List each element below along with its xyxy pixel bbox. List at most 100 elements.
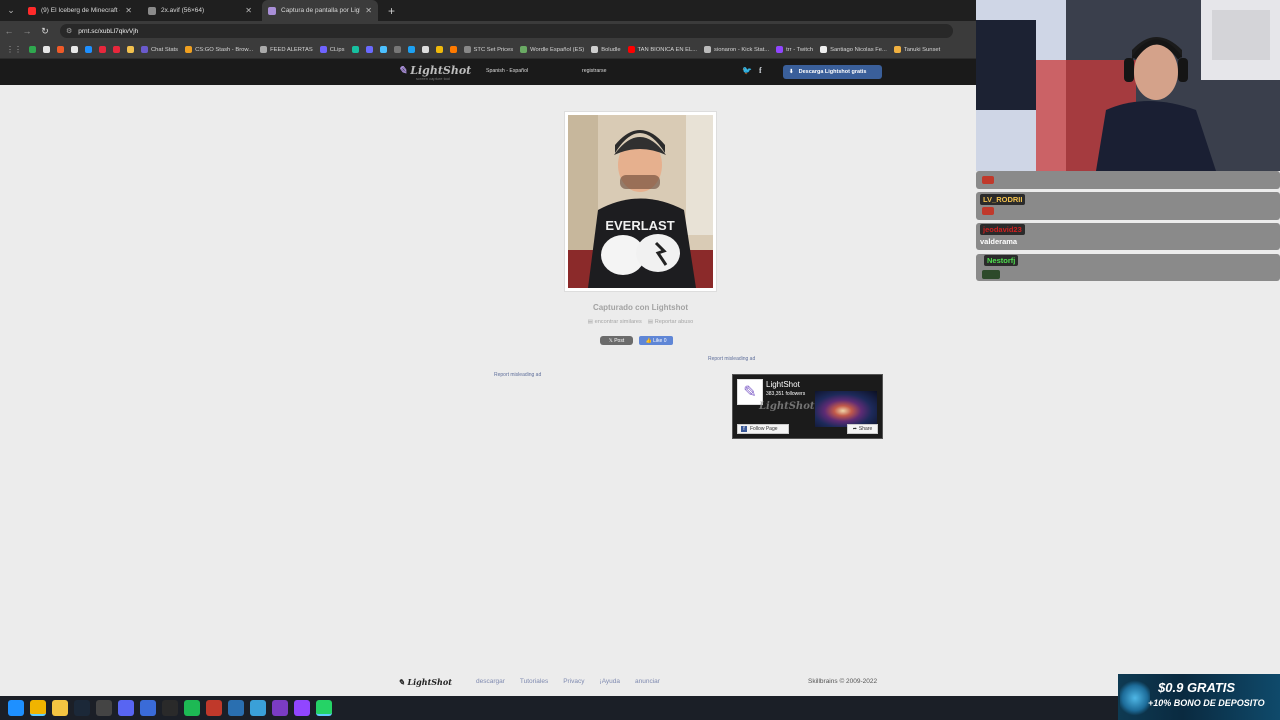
- share-label: Share: [858, 426, 873, 432]
- fb-share-button[interactable]: ➦ Share: [847, 424, 878, 434]
- promo-flame-graphic: [1120, 678, 1150, 718]
- forward-icon[interactable]: →: [18, 26, 36, 36]
- tab-favicon-icon: [28, 6, 36, 15]
- footer-link[interactable]: Privacy: [563, 678, 584, 685]
- tab-title: (9) El Iceberg de Minecraft - Yo: [41, 7, 120, 14]
- steam-icon[interactable]: [74, 700, 90, 716]
- vpn-icon[interactable]: [228, 700, 244, 716]
- search-icon: ▤: [587, 319, 594, 325]
- bookmark-item[interactable]: [435, 46, 443, 53]
- file-explorer-icon[interactable]: [52, 700, 68, 716]
- site-info-icon[interactable]: ⚙: [66, 27, 72, 35]
- footer-link[interactable]: ¡Ayuda: [600, 678, 620, 685]
- tab-close-icon[interactable]: ✕: [365, 6, 372, 15]
- footer-link[interactable]: Tutoriales: [520, 678, 548, 685]
- footer-link[interactable]: anunciar: [635, 678, 660, 685]
- bookmark-item[interactable]: STC Set Prices: [463, 46, 513, 53]
- network-icon[interactable]: [250, 700, 266, 716]
- url-input[interactable]: ⚙ prnt.sc/xubLl7qkvVjh: [60, 24, 953, 38]
- apps-icon[interactable]: ⋮⋮: [6, 45, 22, 54]
- bookmark-label: Santiago Nicolas Fe...: [830, 46, 887, 53]
- copyright-text: © 2009-2022: [839, 678, 878, 685]
- bookmark-item[interactable]: [421, 46, 429, 53]
- bookmark-favicon-icon: [127, 46, 134, 53]
- bookmark-item[interactable]: [365, 46, 373, 53]
- bookmark-favicon-icon: [29, 46, 36, 53]
- epic-icon[interactable]: [162, 700, 178, 716]
- register-link[interactable]: registrarse: [582, 68, 607, 74]
- facebook-icon[interactable]: f: [759, 66, 762, 75]
- bookmark-item[interactable]: [379, 46, 387, 53]
- obs-icon[interactable]: [96, 700, 112, 716]
- screenshot-photo[interactable]: EVERLAST: [568, 115, 713, 288]
- tab-search-icon[interactable]: ⌄: [0, 0, 22, 21]
- twitch-icon[interactable]: [294, 700, 310, 716]
- browser-tab[interactable]: Captura de pantalla por Lightsh ✕: [262, 0, 378, 21]
- footer-logo[interactable]: ✎ LightShot: [398, 677, 452, 687]
- x-post-button[interactable]: 𝕏 Post: [600, 336, 633, 345]
- spotify-icon[interactable]: [184, 700, 200, 716]
- chat-message: Nestorfj: [976, 254, 1280, 281]
- bookmark-item[interactable]: Santiago Nicolas Fe...: [820, 46, 887, 53]
- chat-username[interactable]: jeodavid23: [980, 224, 1025, 235]
- chat-username[interactable]: LV_RODRII: [980, 194, 1026, 205]
- bookmark-item[interactable]: FEED ALERTAS: [260, 46, 313, 53]
- reload-icon[interactable]: ↻: [36, 26, 54, 37]
- skillbrains-link[interactable]: Skillbrains: [808, 678, 838, 685]
- bookmark-item[interactable]: [407, 46, 415, 53]
- bookmark-item[interactable]: Wordle Español (ES): [520, 46, 584, 53]
- report-ad-link[interactable]: Report misleading ad: [708, 356, 755, 362]
- bookmark-favicon-icon: [449, 46, 457, 53]
- report-abuse-label: Reportar abuso: [654, 319, 694, 325]
- emote-icon: [982, 270, 1000, 279]
- footer-link[interactable]: descargar: [476, 678, 505, 685]
- taskbar: [0, 696, 1118, 720]
- bookmark-item[interactable]: CLips: [319, 46, 345, 53]
- fb-page-name[interactable]: LightShot: [766, 380, 800, 389]
- bookmark-item[interactable]: CS:GO Stash - Brow...: [185, 46, 253, 53]
- bookmark-item[interactable]: Chat Stats: [141, 46, 178, 53]
- bookmark-item[interactable]: Tanuki Sunset: [893, 46, 940, 53]
- bookmark-favicon-icon: [319, 46, 327, 53]
- fb-follow-button[interactable]: f Follow Page: [737, 424, 789, 434]
- bookmark-item[interactable]: [127, 46, 134, 53]
- bookmark-item[interactable]: [113, 46, 120, 53]
- new-tab-button[interactable]: +: [382, 0, 395, 21]
- bookmark-item[interactable]: [57, 46, 64, 53]
- share-icon: ➦: [852, 426, 857, 432]
- bookmark-favicon-icon: [627, 46, 635, 53]
- report-abuse-link[interactable]: ▤ Reportar abuso: [648, 319, 693, 325]
- facebook-like-button[interactable]: 👍 Like 0: [639, 336, 673, 345]
- bookmark-item[interactable]: sionaron - Kick Stat...: [704, 46, 769, 53]
- bookmark-item[interactable]: [351, 46, 359, 53]
- whatsapp-icon[interactable]: [316, 700, 332, 716]
- language-selector[interactable]: Spanish - Español: [486, 68, 528, 74]
- tab-close-icon[interactable]: ✕: [125, 6, 132, 15]
- footer-logo-text: LightShot: [407, 677, 452, 687]
- bookmark-item[interactable]: [29, 46, 36, 53]
- onenote-icon[interactable]: [272, 700, 288, 716]
- bookmark-item[interactable]: [43, 46, 50, 53]
- bookmark-item[interactable]: [71, 46, 78, 53]
- chat-username[interactable]: Nestorfj: [984, 255, 1019, 266]
- bookmark-item[interactable]: trr - Twitch: [776, 46, 813, 53]
- bookmark-item[interactable]: [393, 46, 401, 53]
- bookmark-item[interactable]: TAN BIONICA EN EL...: [627, 46, 697, 53]
- find-similar-link[interactable]: ▤ encontrar similares: [588, 319, 642, 325]
- browser-tab[interactable]: (9) El Iceberg de Minecraft - Yo ✕: [22, 0, 138, 21]
- bookmark-item[interactable]: [85, 46, 92, 53]
- bookmark-item[interactable]: [449, 46, 457, 53]
- download-button[interactable]: ⬇ Descarga Lightshot gratis: [783, 65, 882, 79]
- chrome-icon[interactable]: [30, 700, 46, 716]
- twitter-icon[interactable]: 🐦: [742, 66, 752, 75]
- bookmark-item[interactable]: Boludle: [591, 46, 621, 53]
- back-icon[interactable]: ←: [0, 26, 18, 36]
- windows-start-icon[interactable]: [8, 700, 24, 716]
- report-ad-link[interactable]: Report misleading ad: [494, 372, 541, 378]
- bookmark-item[interactable]: [99, 46, 106, 53]
- discord-icon[interactable]: [118, 700, 134, 716]
- monitor-icon[interactable]: [140, 700, 156, 716]
- streamlabs-icon[interactable]: [206, 700, 222, 716]
- tab-close-icon[interactable]: ✕: [245, 6, 252, 15]
- browser-tab[interactable]: 2x.avif (56×64) ✕: [142, 0, 258, 21]
